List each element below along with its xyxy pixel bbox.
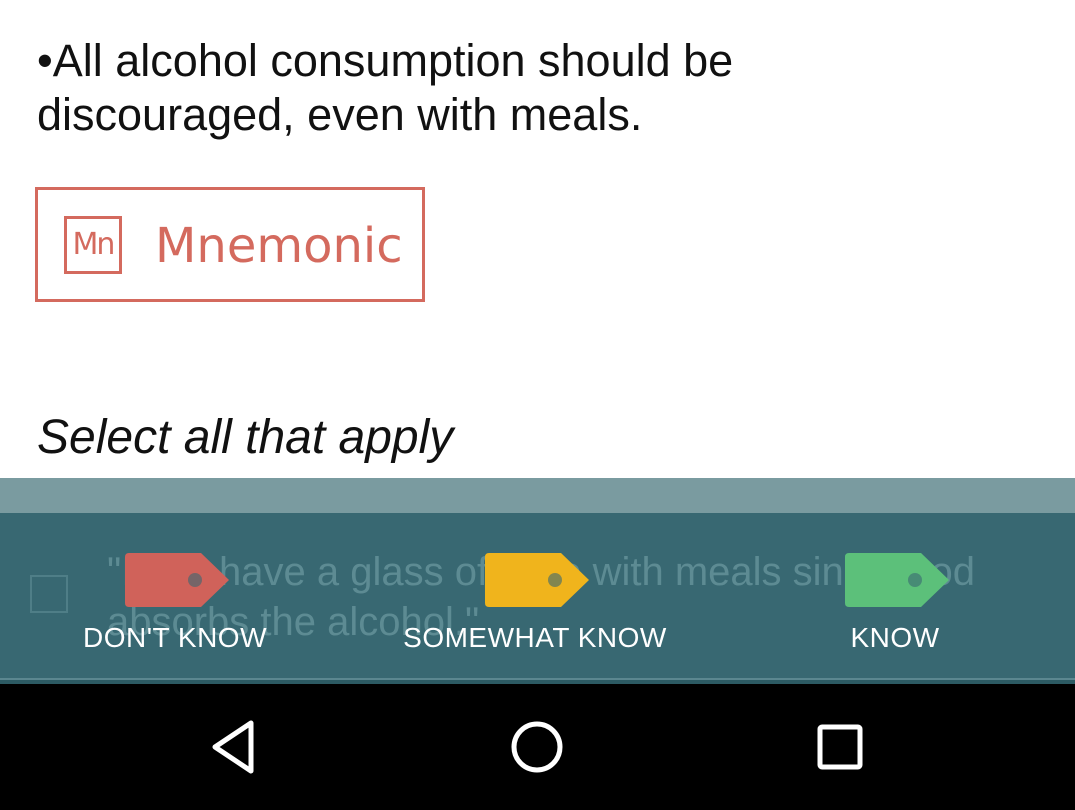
overlay-band	[0, 478, 1075, 513]
tag-icon	[485, 553, 589, 607]
tag-icon	[845, 553, 949, 607]
know-label: KNOW	[850, 622, 940, 653]
question-bullet-text: •All alcohol consumption should be disco…	[37, 35, 734, 140]
dont-know-label: DON'T KNOW	[82, 622, 268, 653]
android-navigation-bar	[0, 684, 1075, 810]
rating-panel: "I can have a glass of wine with meals s…	[0, 513, 1075, 678]
mnemonic-icon: Mn	[64, 216, 122, 274]
screen: •All alcohol consumption should be disco…	[0, 0, 1075, 810]
question-content: •All alcohol consumption should be disco…	[0, 0, 1075, 478]
recents-icon[interactable]	[810, 717, 870, 777]
somewhat-know-label: SOMEWHAT KNOW	[403, 622, 667, 653]
tag-icon	[125, 553, 229, 607]
somewhat-know-button[interactable]: SOMEWHAT KNOW	[385, 553, 685, 663]
know-button[interactable]: KNOW	[745, 553, 1045, 663]
dont-know-button[interactable]: DON'T KNOW	[25, 553, 325, 663]
back-icon[interactable]	[205, 717, 265, 777]
mnemonic-button[interactable]: Mn Mnemonic	[35, 187, 425, 302]
home-icon[interactable]	[507, 717, 567, 777]
mnemonic-label: Mnemonic	[155, 218, 403, 274]
instruction-text: Select all that apply	[37, 411, 454, 464]
